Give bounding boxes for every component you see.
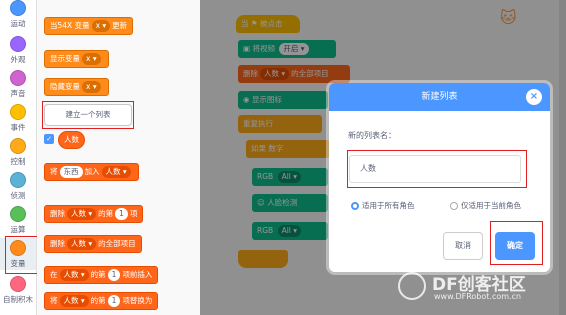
ok-highlight: [490, 221, 543, 265]
operators-icon: [10, 206, 26, 222]
category-sound[interactable]: 声音: [0, 70, 36, 99]
show-var-block[interactable]: 显示变量 x ▾: [44, 50, 109, 68]
motion-icon: [10, 0, 26, 16]
list-checkbox[interactable]: ✓: [44, 134, 54, 144]
category-sensing[interactable]: 侦测: [0, 172, 36, 201]
category-looks[interactable]: 外观: [0, 36, 36, 65]
category-motion[interactable]: 运动: [0, 0, 36, 29]
category-my-blocks[interactable]: 自制积木: [0, 276, 36, 305]
dfrobot-logo-icon: [398, 272, 426, 300]
delete-all-block[interactable]: 删除 人数 ▾ 的全部项目: [44, 235, 142, 253]
radio-selected-icon: [351, 202, 359, 210]
cancel-button[interactable]: 取消: [443, 232, 483, 260]
replace-block[interactable]: 将人数 ▾ 的第 1 项替换为: [44, 292, 159, 310]
set-var-block[interactable]: 当54X 变量 x ▾ 更新: [44, 17, 134, 35]
dialog-title: 新建列表: [329, 83, 550, 111]
variables-highlight: [5, 236, 41, 274]
hide-var-block[interactable]: 隐藏变量 x ▾: [44, 78, 109, 96]
list-reporter[interactable]: 人数: [58, 131, 85, 149]
add-to-list-block[interactable]: 将东西 加入 人数 ▾: [44, 163, 139, 181]
my-blocks-icon: [10, 276, 26, 292]
category-control[interactable]: 控制: [0, 138, 36, 167]
looks-icon: [10, 36, 26, 52]
sound-icon: [10, 70, 26, 86]
list-name-label: 新的列表名：: [348, 131, 396, 140]
delete-item-block[interactable]: 删除 人数 ▾ 的第 1 项: [44, 205, 144, 223]
events-icon: [10, 104, 26, 120]
radio-current-sprite[interactable]: 仅适用于当前角色: [450, 200, 521, 211]
radio-all-sprites[interactable]: 适用于所有角色: [351, 200, 415, 211]
insert-block[interactable]: 在人数 ▾ 的第 1 项前插入: [44, 266, 159, 284]
category-operators[interactable]: 运算: [0, 206, 36, 235]
control-icon: [10, 138, 26, 154]
make-list-highlight: [42, 101, 134, 129]
input-highlight: [347, 150, 527, 188]
category-events[interactable]: 事件: [0, 104, 36, 133]
sensing-icon: [10, 172, 26, 188]
radio-unselected-icon: [450, 202, 458, 210]
close-icon[interactable]: ×: [526, 89, 542, 105]
